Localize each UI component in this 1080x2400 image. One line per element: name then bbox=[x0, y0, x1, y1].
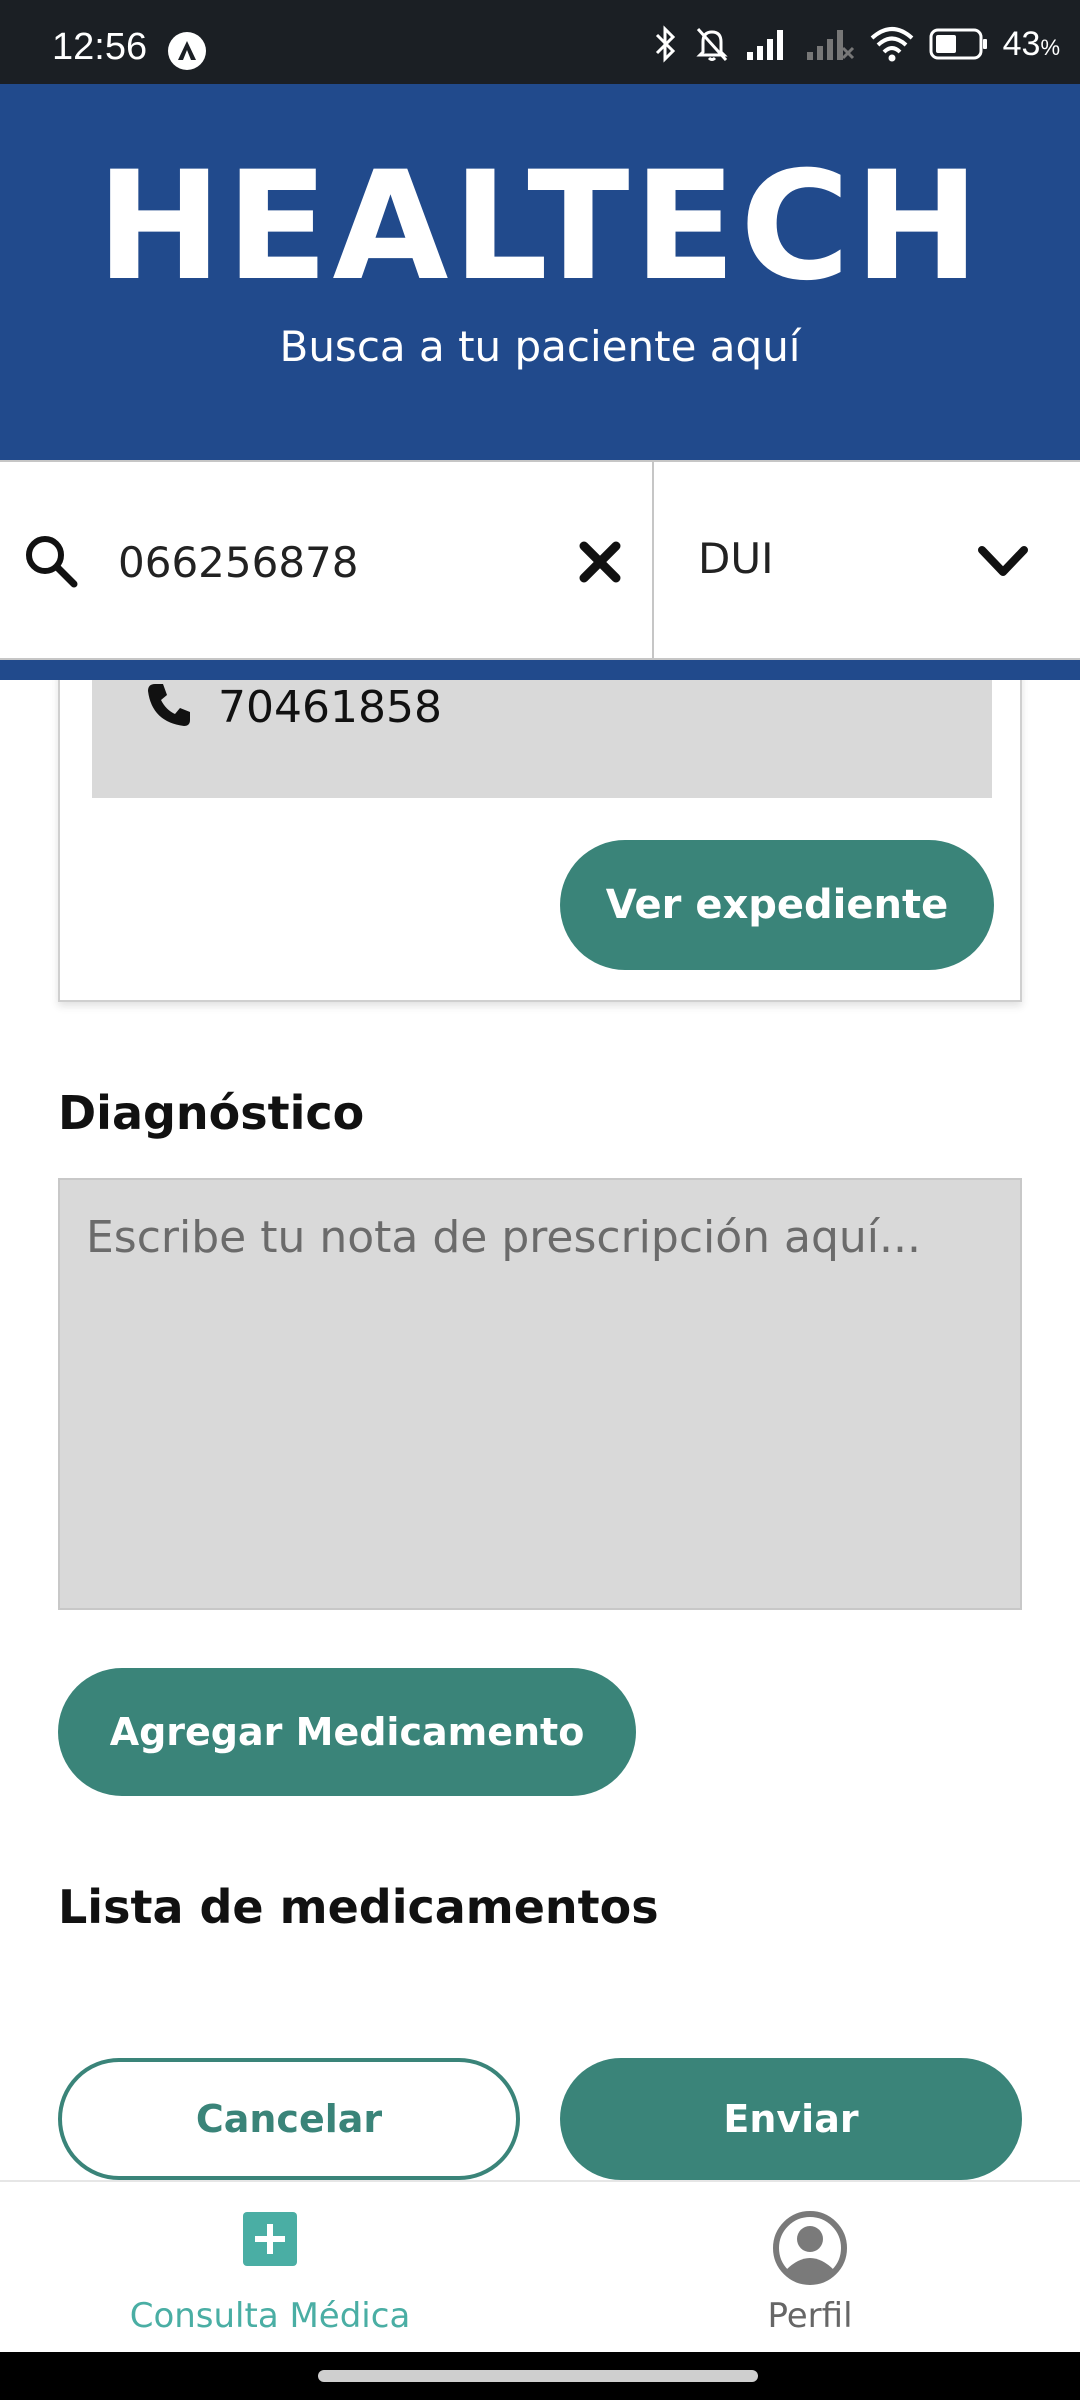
system-gesture-bar bbox=[0, 2352, 1080, 2400]
profile-icon bbox=[773, 2211, 847, 2285]
nav-item-consulta[interactable]: Consulta Médica bbox=[0, 2182, 540, 2354]
brand-title: HEALTECH bbox=[96, 140, 984, 314]
header-subtitle: Busca a tu paciente aquí bbox=[279, 322, 801, 371]
chevron-down-icon bbox=[978, 546, 1028, 576]
patient-phone: 70461858 bbox=[218, 682, 442, 733]
phone-icon bbox=[148, 684, 190, 726]
medical-plus-icon bbox=[243, 2212, 297, 2266]
header-divider bbox=[0, 660, 1080, 680]
home-gesture-handle[interactable] bbox=[318, 2370, 758, 2382]
bottom-nav: Consulta Médica Perfil bbox=[0, 2180, 1080, 2352]
nav-label-perfil: Perfil bbox=[767, 2296, 853, 2336]
app-header: HEALTECH Busca a tu paciente aquí bbox=[0, 84, 1080, 460]
nav-item-perfil[interactable]: Perfil bbox=[540, 2182, 1080, 2354]
send-button[interactable]: Enviar bbox=[560, 2058, 1022, 2180]
id-type-value: DUI bbox=[698, 534, 774, 583]
id-type-select[interactable]: DUI bbox=[654, 460, 1080, 660]
signal-icon bbox=[746, 30, 783, 60]
patient-card: 70461858 Ver expediente bbox=[58, 640, 1022, 1002]
mute-icon bbox=[695, 27, 728, 62]
nav-label-consulta: Consulta Médica bbox=[129, 2296, 411, 2336]
view-record-button[interactable]: Ver expediente bbox=[560, 840, 994, 970]
cancel-button[interactable]: Cancelar bbox=[58, 2058, 520, 2180]
battery-percent: 43 bbox=[1002, 24, 1041, 63]
status-time: 12:56 bbox=[52, 26, 148, 68]
diagnosis-textarea[interactable] bbox=[58, 1178, 1022, 1610]
battery-icon bbox=[929, 28, 987, 60]
battery-text: 43% bbox=[1003, 25, 1060, 64]
status-icons: 43% bbox=[653, 22, 1060, 66]
bluetooth-icon bbox=[655, 25, 675, 63]
diagnosis-title: Diagnóstico bbox=[58, 1086, 365, 1140]
search-box bbox=[0, 460, 654, 660]
app-notification-icon bbox=[168, 32, 206, 70]
search-icon bbox=[26, 536, 78, 588]
close-icon[interactable] bbox=[578, 540, 622, 584]
search-bar: DUI bbox=[0, 460, 1080, 660]
add-medication-button[interactable]: Agregar Medicamento bbox=[58, 1668, 636, 1796]
signal-no-sim-icon bbox=[806, 30, 854, 60]
search-input[interactable] bbox=[118, 532, 548, 592]
battery-unit: % bbox=[1040, 34, 1060, 60]
status-bar: 12:56 43% bbox=[0, 0, 1080, 84]
medication-list-title: Lista de medicamentos bbox=[58, 1880, 659, 1934]
wifi-icon bbox=[870, 27, 913, 62]
